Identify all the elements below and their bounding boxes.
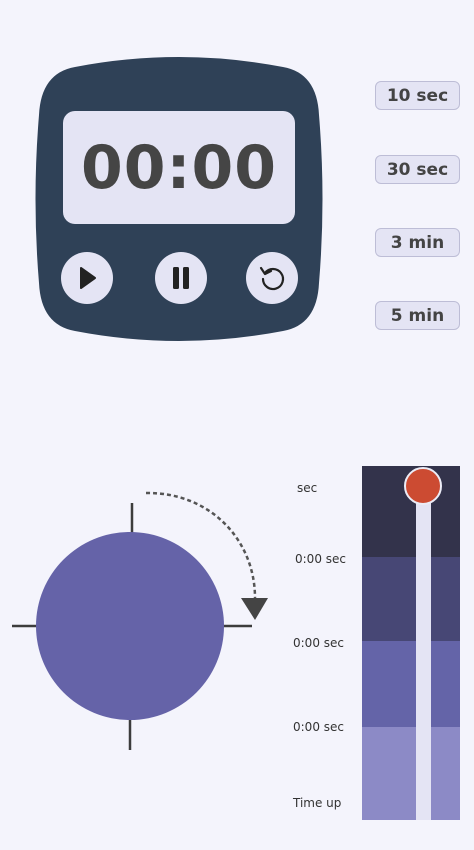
timer-device: 00:00 bbox=[35, 55, 324, 343]
preset-10-sec-button[interactable]: 10 sec bbox=[375, 81, 460, 110]
reset-icon bbox=[259, 266, 285, 291]
rotary-dial-area bbox=[12, 491, 268, 750]
play-icon bbox=[80, 267, 96, 289]
rotary-dial[interactable] bbox=[36, 532, 224, 720]
play-button[interactable] bbox=[61, 252, 113, 304]
time-band-2 bbox=[362, 557, 460, 641]
preset-30-sec-button[interactable]: 30 sec bbox=[375, 155, 460, 184]
timeline-label: Time up bbox=[293, 796, 342, 810]
timeline-label: 0:00 sec bbox=[293, 636, 344, 650]
preset-3-min-button[interactable]: 3 min bbox=[375, 228, 460, 257]
time-slider[interactable] bbox=[362, 466, 460, 820]
timeline-label: 0:00 sec bbox=[293, 720, 344, 734]
timeline-label: sec bbox=[297, 481, 318, 495]
pause-icon bbox=[173, 267, 189, 289]
preset-5-min-button[interactable]: 5 min bbox=[375, 301, 460, 330]
timeline-label: 0:00 sec bbox=[295, 552, 346, 566]
timer-display: 00:00 bbox=[63, 111, 295, 224]
timer-display-value: 00:00 bbox=[81, 132, 277, 203]
slider-track[interactable] bbox=[416, 486, 431, 820]
slider-handle[interactable] bbox=[404, 467, 442, 505]
time-band-4 bbox=[362, 727, 460, 820]
rotation-arrow-head-icon bbox=[241, 598, 268, 620]
reset-button[interactable] bbox=[246, 252, 298, 304]
time-band-3 bbox=[362, 641, 460, 727]
pause-button[interactable] bbox=[155, 252, 207, 304]
